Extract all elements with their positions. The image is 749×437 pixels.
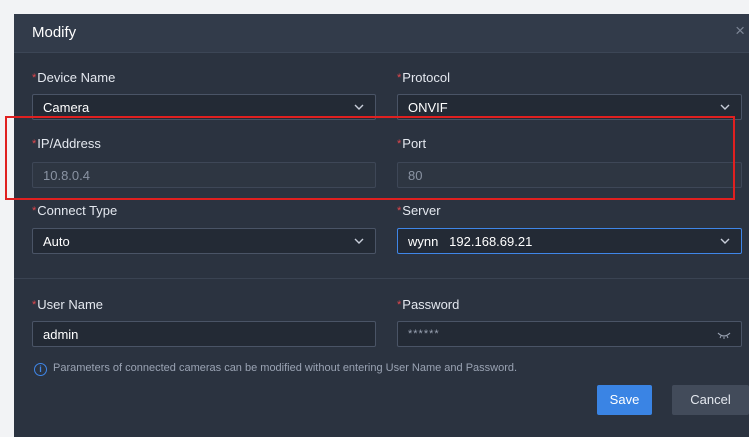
protocol-value: ONVIF <box>408 100 448 115</box>
section-divider <box>14 278 749 279</box>
close-icon[interactable]: × <box>735 22 745 40</box>
protocol-label: *Protocol <box>397 70 450 85</box>
connect-type-value: Auto <box>43 234 70 249</box>
required-mark: * <box>397 138 402 150</box>
required-mark: * <box>397 299 402 311</box>
password-label-text: Password <box>402 297 460 312</box>
info-message: i Parameters of connected cameras can be … <box>34 362 517 376</box>
user-name-input[interactable]: admin <box>32 321 376 347</box>
required-mark: * <box>397 72 402 84</box>
server-value: wynn 192.168.69.21 <box>408 234 533 249</box>
info-text: Parameters of connected cameras can be m… <box>53 362 518 374</box>
device-name-label: *Device Name <box>32 70 115 85</box>
password-value: ****** <box>408 328 440 340</box>
port-label-text: Port <box>402 136 427 151</box>
ip-address-input[interactable]: 10.8.0.4 <box>32 162 376 188</box>
port-input[interactable]: 80 <box>397 162 742 188</box>
connect-type-select[interactable]: Auto <box>32 228 376 254</box>
required-mark: * <box>397 205 402 217</box>
eye-closed-icon[interactable] <box>717 330 731 340</box>
ip-address-label: *IP/Address <box>32 136 101 151</box>
password-input[interactable]: ****** <box>397 321 742 347</box>
server-select[interactable]: wynn 192.168.69.21 <box>397 228 742 254</box>
password-label: *Password <box>397 297 459 312</box>
user-name-label-text: User Name <box>37 297 104 312</box>
modify-dialog: Modify × *Device Name Camera *Protocol O… <box>14 14 749 437</box>
protocol-select[interactable]: ONVIF <box>397 94 742 120</box>
user-name-label: *User Name <box>32 297 103 312</box>
dialog-titlebar: Modify × <box>14 14 749 53</box>
chevron-down-icon <box>354 238 364 244</box>
ip-address-value: 10.8.0.4 <box>43 168 90 183</box>
required-mark: * <box>32 299 37 311</box>
chevron-down-icon <box>354 104 364 110</box>
connect-type-label-text: Connect Type <box>37 203 118 218</box>
required-mark: * <box>32 205 37 217</box>
dialog-title: Modify <box>32 24 77 41</box>
port-value: 80 <box>408 168 423 183</box>
required-mark: * <box>32 138 37 150</box>
device-name-value: Camera <box>43 100 90 115</box>
ip-address-label-text: IP/Address <box>37 136 101 151</box>
chevron-down-icon <box>720 104 730 110</box>
chevron-down-icon <box>720 238 730 244</box>
server-label: *Server <box>397 203 441 218</box>
device-name-label-text: Device Name <box>37 70 116 85</box>
protocol-label-text: Protocol <box>402 70 450 85</box>
port-label: *Port <box>397 136 426 151</box>
cancel-button[interactable]: Cancel <box>672 385 749 415</box>
server-label-text: Server <box>402 203 441 218</box>
required-mark: * <box>32 72 37 84</box>
save-button[interactable]: Save <box>597 385 652 415</box>
connect-type-label: *Connect Type <box>32 203 117 218</box>
device-name-select[interactable]: Camera <box>32 94 376 120</box>
info-icon: i <box>34 363 47 376</box>
user-name-value: admin <box>43 327 79 342</box>
